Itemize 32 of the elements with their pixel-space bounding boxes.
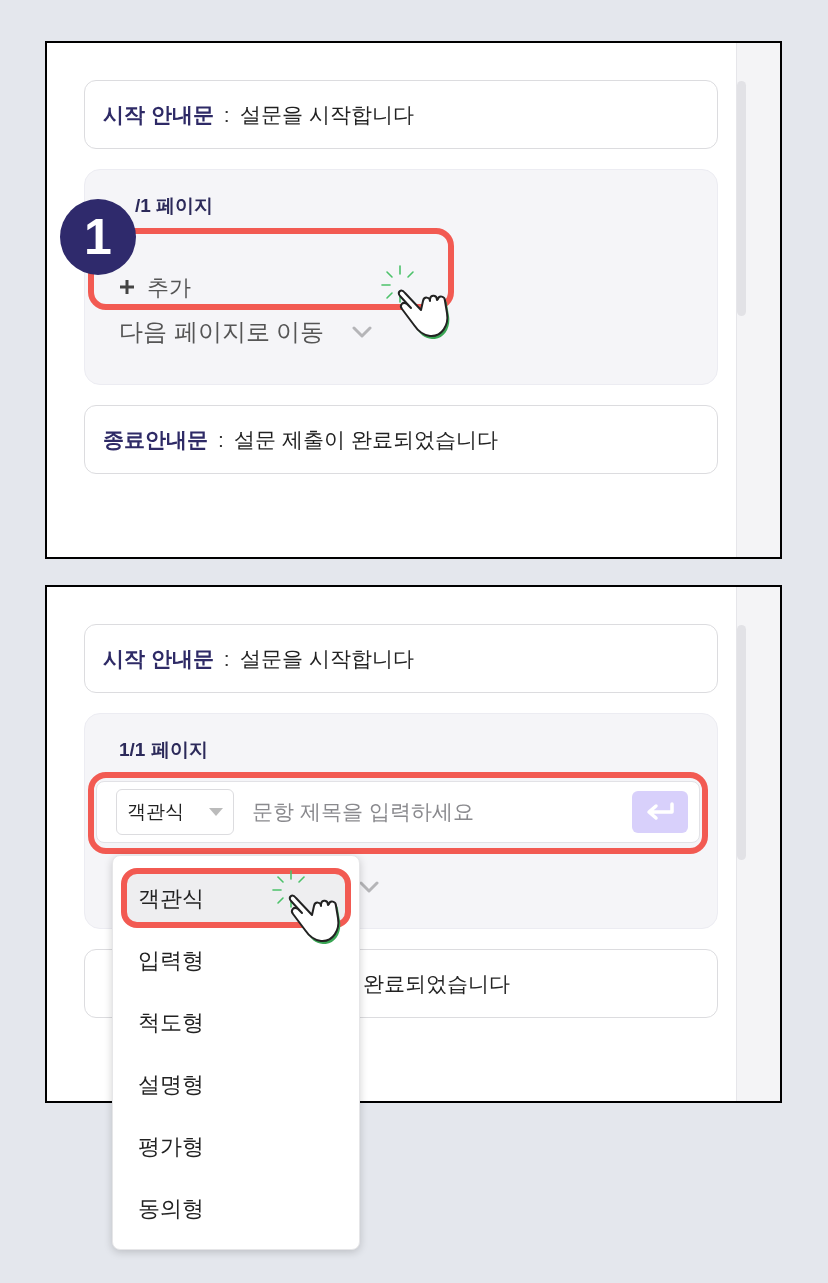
enter-icon	[645, 802, 675, 822]
chevron-down-icon	[359, 881, 379, 893]
notice-label: 시작 안내문	[103, 645, 214, 672]
notice-text: 완료되었습니다	[363, 970, 510, 997]
menu-item[interactable]: 척도형	[121, 992, 351, 1052]
plus-icon	[119, 279, 135, 295]
scrollbar-thumb[interactable]	[737, 81, 746, 316]
add-button[interactable]: 추가	[119, 273, 399, 301]
notice-label: 종료안내문	[103, 426, 208, 453]
menu-item[interactable]: 동의형	[121, 1178, 351, 1238]
notice-text: 설문 제출이 완료되었습니다	[233, 426, 498, 453]
separator: :	[223, 101, 230, 128]
menu-item[interactable]: 평가형	[121, 1116, 351, 1176]
page-title: 1/1 페이지	[119, 738, 209, 762]
type-select[interactable]: 객관식	[116, 789, 234, 835]
caret-icon	[209, 808, 223, 816]
chevron-down-icon	[352, 326, 373, 338]
step-badge: 1	[60, 199, 136, 275]
question-title-field[interactable]: 문항 제목을 입력하세요	[252, 790, 614, 834]
separator: :	[223, 645, 230, 672]
menu-item[interactable]: 객관식	[121, 868, 351, 928]
notice-text: 설문을 시작합니다	[239, 101, 414, 128]
next-page-dropdown[interactable]: 다음 페이지로 이동	[119, 314, 409, 350]
page-title: /1 페이지	[135, 194, 215, 218]
notice-text: 설문을 시작합니다	[239, 645, 414, 672]
notice-label: 시작 안내문	[103, 101, 214, 128]
menu-item[interactable]: 설명형	[121, 1054, 351, 1114]
question-input-bar[interactable]: 객관식 문항 제목을 입력하세요	[96, 781, 700, 843]
scrollbar-thumb[interactable]	[737, 625, 746, 860]
separator: :	[218, 426, 224, 453]
menu-item[interactable]: 입력형	[121, 930, 351, 990]
enter-button[interactable]	[632, 791, 688, 833]
